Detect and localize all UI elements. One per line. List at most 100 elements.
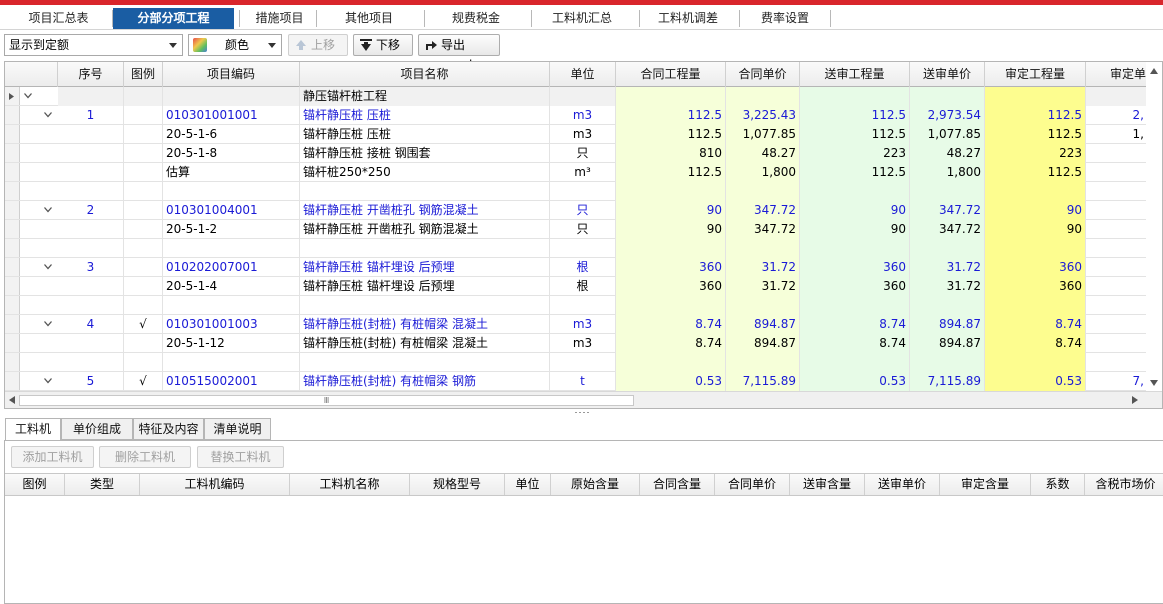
cell-legend[interactable] (124, 258, 163, 277)
blank-row[interactable] (5, 239, 1162, 258)
cell-code[interactable]: 010301001001 (163, 106, 300, 125)
cell-code[interactable]: 20-5-1-2 (163, 220, 300, 239)
cell-ht-price[interactable]: 894.87 (726, 334, 800, 353)
cell-sd-price[interactable] (1086, 239, 1148, 258)
cell-unit[interactable]: 根 (550, 277, 616, 296)
cell-ht-qty[interactable] (616, 87, 726, 106)
cell-ht-qty[interactable]: 360 (616, 277, 726, 296)
detail-tab-4[interactable]: 清单说明 (204, 418, 271, 440)
cell-code[interactable] (163, 239, 300, 258)
tab-2[interactable]: 分部分项工程 (113, 8, 234, 29)
cell-sd-price[interactable]: 2, (1086, 106, 1148, 125)
cell-seq[interactable] (58, 125, 124, 144)
cell-sd-qty[interactable] (985, 87, 1086, 106)
tab-1[interactable]: 项目汇总表 (4, 8, 113, 29)
material-column-9[interactable]: 合同单价 (715, 474, 790, 495)
cell-code[interactable]: 010301001003 (163, 315, 300, 334)
cell-sd-price[interactable] (1086, 353, 1148, 372)
cell-code[interactable] (163, 87, 300, 106)
cell-sd-qty[interactable]: 8.74 (985, 315, 1086, 334)
cell-unit[interactable]: t (550, 372, 616, 391)
cell-ss-qty[interactable]: 360 (800, 258, 910, 277)
cell-sd-qty[interactable] (985, 353, 1086, 372)
cell-ht-qty[interactable]: 360 (616, 258, 726, 277)
cell-ss-qty[interactable] (800, 353, 910, 372)
cell-ss-price[interactable]: 31.72 (910, 258, 985, 277)
display-level-select[interactable]: 显示到定额 (4, 34, 183, 56)
cell-sd-qty[interactable]: 112.5 (985, 106, 1086, 125)
cell-unit[interactable]: m³ (550, 163, 616, 182)
cell-name[interactable]: 锚杆静压桩 开凿桩孔 钢筋混凝土 (300, 220, 550, 239)
cell-unit[interactable]: 只 (550, 201, 616, 220)
cell-sd-price[interactable] (1086, 334, 1148, 353)
cell-legend[interactable] (124, 277, 163, 296)
cell-code[interactable]: 20-5-1-8 (163, 144, 300, 163)
bill-item-row[interactable]: 2 010301004001 锚杆静压桩 开凿桩孔 钢筋混凝土只 90 347.72 90… (5, 201, 1162, 220)
cell-sd-price[interactable] (1086, 296, 1148, 315)
cell-sd-qty[interactable] (985, 296, 1086, 315)
cell-legend[interactable] (124, 163, 163, 182)
cell-ss-qty[interactable]: 223 (800, 144, 910, 163)
cell-ht-qty[interactable]: 90 (616, 201, 726, 220)
material-column-4[interactable]: 工料机名称 (290, 474, 410, 495)
cell-code[interactable]: 010202007001 (163, 258, 300, 277)
row-indicator[interactable] (5, 144, 20, 162)
cell-unit[interactable]: 只 (550, 220, 616, 239)
cell-name[interactable]: 锚杆静压桩 锚杆埋设 后预埋 (300, 277, 550, 296)
cell-ss-qty[interactable]: 0.53 (800, 372, 910, 391)
cell-ss-price[interactable]: 347.72 (910, 201, 985, 220)
quota-row[interactable]: 20-5-1-4 锚杆静压桩 锚杆埋设 后预埋根 360 31.72 360 31.72 3… (5, 277, 1162, 296)
cell-ss-price[interactable]: 48.27 (910, 144, 985, 163)
collapse-chevron-icon[interactable] (44, 378, 52, 384)
cell-ht-qty[interactable] (616, 182, 726, 201)
cell-ss-qty[interactable] (800, 87, 910, 106)
cell-ss-price[interactable]: 1,800 (910, 163, 985, 182)
collapse-chevron-icon[interactable] (44, 321, 52, 327)
cell-name[interactable]: 锚杆静压桩 压桩 (300, 125, 550, 144)
row-indicator[interactable] (5, 106, 20, 124)
quota-row[interactable]: 20-5-1-8 锚杆静压桩 接桩 钢围套只 810 48.27 223 48.27 223 (5, 144, 1162, 163)
material-column-3[interactable]: 工料机编码 (140, 474, 290, 495)
tab-5[interactable]: 规费税金 (425, 8, 527, 29)
cell-ht-price[interactable] (726, 353, 800, 372)
cell-seq[interactable] (58, 239, 124, 258)
cell-ss-price[interactable]: 347.72 (910, 220, 985, 239)
scroll-left-icon[interactable] (9, 396, 15, 404)
cell-name[interactable] (300, 239, 550, 258)
cell-ss-qty[interactable] (800, 296, 910, 315)
cell-unit[interactable]: m3 (550, 125, 616, 144)
cell-ht-price[interactable]: 347.72 (726, 220, 800, 239)
cell-seq[interactable] (58, 353, 124, 372)
cell-unit[interactable] (550, 239, 616, 258)
cell-legend[interactable] (124, 353, 163, 372)
row-indicator[interactable] (5, 353, 20, 371)
cell-ht-qty[interactable]: 8.74 (616, 334, 726, 353)
cell-sd-price[interactable] (1086, 201, 1148, 220)
collapse-chevron-icon[interactable] (24, 93, 32, 99)
cell-code[interactable]: 010515002001 (163, 372, 300, 391)
cell-unit[interactable] (550, 353, 616, 372)
cell-ht-price[interactable] (726, 182, 800, 201)
panel-splitter[interactable] (0, 410, 1163, 416)
cell-name[interactable] (300, 296, 550, 315)
horizontal-scrollbar[interactable]: Ⅲ (5, 391, 1162, 408)
cell-ht-price[interactable]: 3,225.43 (726, 106, 800, 125)
cell-legend[interactable] (124, 87, 163, 106)
cell-sd-qty[interactable]: 112.5 (985, 163, 1086, 182)
cell-ht-qty[interactable]: 0.53 (616, 372, 726, 391)
column-header-sd-qty[interactable]: 审定工程量 (985, 62, 1086, 87)
cell-ss-qty[interactable]: 112.5 (800, 163, 910, 182)
cell-seq[interactable] (58, 163, 124, 182)
cell-sd-price[interactable] (1086, 144, 1148, 163)
cell-ss-qty[interactable] (800, 239, 910, 258)
cell-sd-price[interactable] (1086, 87, 1148, 106)
column-header-ss-qty[interactable]: 送审工程量 (800, 62, 910, 87)
cell-sd-qty[interactable]: 360 (985, 277, 1086, 296)
collapse-chevron-icon[interactable] (44, 264, 52, 270)
cell-sd-qty[interactable] (985, 182, 1086, 201)
cell-ht-price[interactable] (726, 239, 800, 258)
quota-row[interactable]: 20-5-1-12 锚杆静压桩(封桩) 有桩帽梁 混凝土 m3 8.74 894.87 8… (5, 334, 1162, 353)
cell-unit[interactable]: 只 (550, 144, 616, 163)
row-indicator[interactable] (5, 296, 20, 314)
cell-sd-qty[interactable]: 0.53 (985, 372, 1086, 391)
